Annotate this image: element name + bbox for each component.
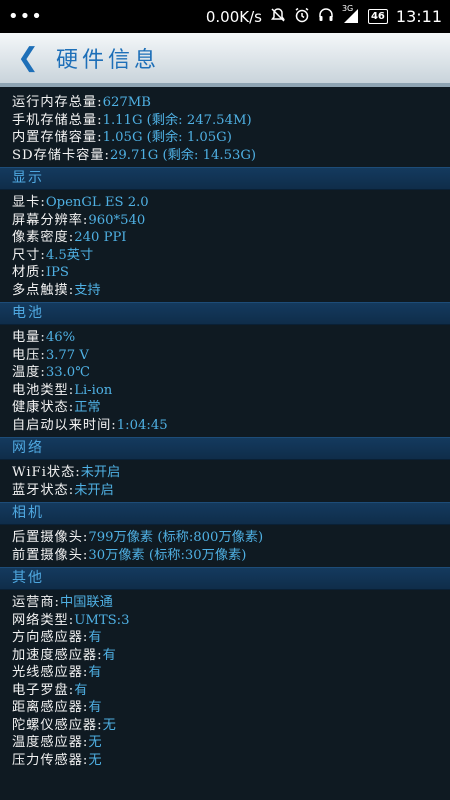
list-item: 蓝牙状态:未开启 — [12, 482, 114, 498]
list-item: 电子罗盘:有 — [12, 682, 88, 698]
list-item: 后置摄像头:799万像素 (标称:800万像素) — [12, 530, 264, 545]
signal-type: 3G — [341, 4, 354, 13]
list-item: 温度:33.0℃ — [12, 365, 90, 380]
section-header-camera: 相机 — [0, 502, 450, 525]
page-title: 硬件信息 — [56, 48, 161, 73]
list-item: 方向感应器:有 — [12, 630, 102, 645]
memory-section: 运行内存总量:627MB 手机存储总量:1.11G (剩余: 247.54M) … — [0, 94, 450, 164]
list-item: 运营商:中国联通 — [12, 595, 113, 610]
list-item: 网络类型:UMTS:3 — [12, 612, 130, 628]
hardware-info-list: 运行内存总量:627MB 手机存储总量:1.11G (剩余: 247.54M) … — [0, 87, 450, 769]
list-item: 加速度感应器:有 — [12, 647, 116, 663]
list-item: 材质:IPS — [12, 265, 69, 280]
status-bar: ••• 0.00K/s 3G 46 13:11 — [0, 0, 450, 33]
title-bar: ❮ 硬件信息 — [0, 33, 450, 87]
list-item: WiFi状态:未开启 — [12, 465, 121, 480]
alarm-icon — [294, 7, 310, 26]
notification-dots: ••• — [8, 6, 43, 27]
list-item: 尺寸:4.5英寸 — [12, 247, 94, 263]
list-item: 光线感应器:有 — [12, 665, 102, 680]
section-header-battery: 电池 — [0, 302, 450, 325]
list-item: 运行内存总量:627MB — [12, 95, 151, 110]
list-item: 健康状态:正常 — [12, 400, 101, 415]
list-item: 自启动以来时间:1:04:45 — [12, 417, 168, 433]
list-item: 温度感应器:无 — [12, 735, 102, 750]
section-header-other: 其他 — [0, 567, 450, 590]
back-chevron-icon[interactable]: ❮ — [0, 43, 56, 73]
list-item: 电压:3.77 V — [12, 347, 89, 363]
list-item: SD存储卡容量:29.71G (剩余: 14.53G) — [12, 147, 257, 163]
list-item: 前置摄像头:30万像素 (标称:30万像素) — [12, 547, 247, 563]
network-speed: 0.00K/s — [205, 7, 262, 26]
silent-bell-icon — [270, 7, 286, 26]
list-item: 陀螺仪感应器:无 — [12, 717, 116, 733]
list-item: 手机存储总量:1.11G (剩余: 247.54M) — [12, 112, 252, 128]
status-icons: 0.00K/s 3G 46 13:11 — [205, 4, 442, 27]
section-header-display: 显示 — [0, 167, 450, 190]
list-item: 距离感应器:有 — [12, 700, 102, 715]
signal-icon: 3G — [341, 4, 360, 26]
list-item: 多点触摸:支持 — [12, 282, 101, 298]
list-item: 内置存储容量:1.05G (剩余: 1.05G) — [12, 130, 232, 145]
list-item: 电池类型:Li-ion — [12, 382, 113, 398]
battery-icon: 46 — [367, 9, 388, 24]
list-item: 电量:46% — [12, 330, 76, 345]
headset-icon — [318, 7, 334, 26]
list-item: 像素密度:240 PPI — [12, 230, 127, 245]
list-item: 屏幕分辨率:960*540 — [12, 212, 146, 228]
list-item: 压力传感器:无 — [12, 752, 102, 768]
section-header-network: 网络 — [0, 437, 450, 460]
clock: 13:11 — [395, 7, 442, 26]
list-item: 显卡:OpenGL ES 2.0 — [12, 195, 149, 210]
